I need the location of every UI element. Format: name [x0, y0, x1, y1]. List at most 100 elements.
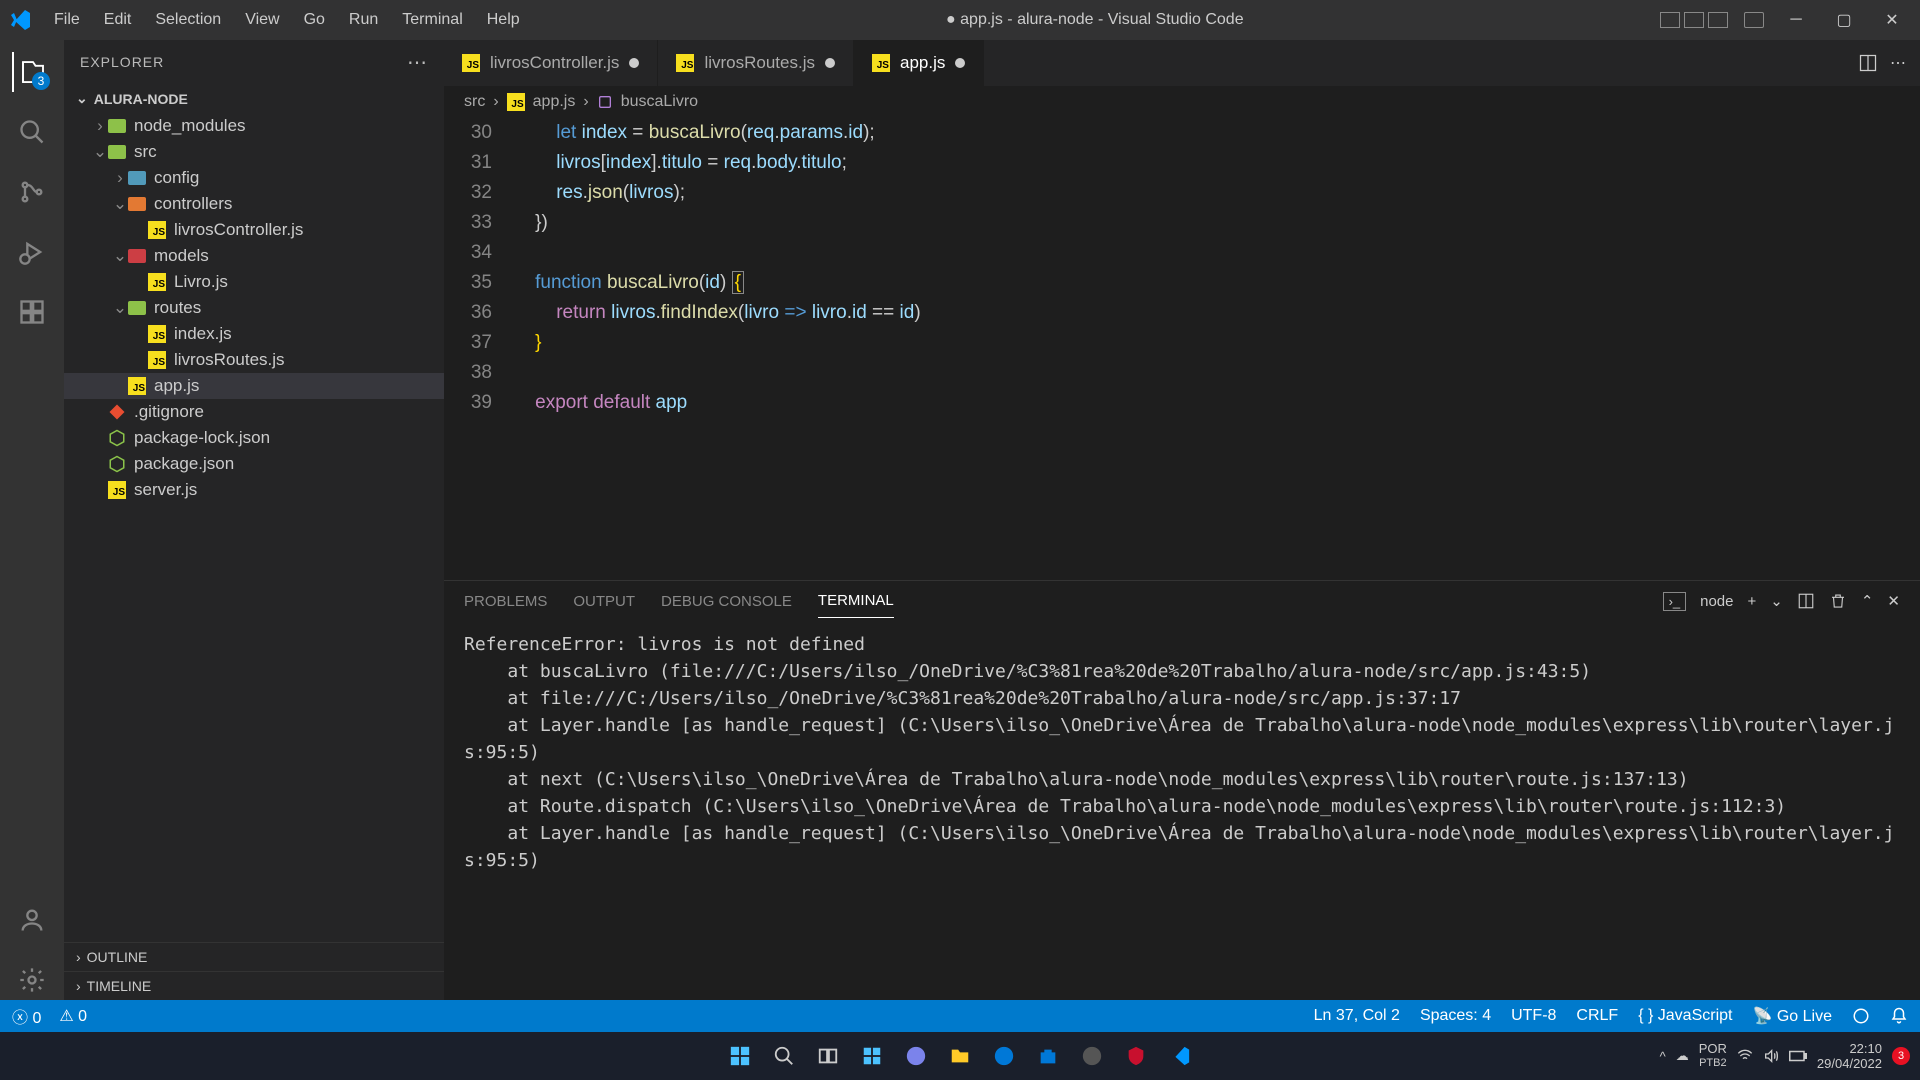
extensions-icon[interactable]: [12, 292, 52, 332]
chat-icon[interactable]: [898, 1038, 934, 1074]
breadcrumb[interactable]: src › JS app.js › buscaLivro: [444, 86, 1920, 118]
taskbar-search-icon[interactable]: [766, 1038, 802, 1074]
close-button[interactable]: ✕: [1872, 4, 1912, 36]
panel-tab-debug-console[interactable]: DEBUG CONSOLE: [661, 585, 792, 618]
menu-terminal[interactable]: Terminal: [392, 7, 472, 33]
mcafee-icon[interactable]: [1118, 1038, 1154, 1074]
maximize-panel-icon[interactable]: ⌃: [1861, 592, 1874, 610]
vscode-taskbar-icon[interactable]: [1162, 1038, 1198, 1074]
settings-icon[interactable]: [12, 960, 52, 1000]
tree-item-index-js[interactable]: JSindex.js: [64, 321, 444, 347]
notifications-icon[interactable]: [1890, 1007, 1908, 1025]
minimap[interactable]: [1820, 118, 1920, 580]
tab-app-js[interactable]: JSapp.js: [854, 40, 984, 86]
store-icon[interactable]: [1030, 1038, 1066, 1074]
maximize-button[interactable]: ▢: [1824, 4, 1864, 36]
volume-icon[interactable]: [1763, 1048, 1779, 1064]
titlebar: FileEditSelectionViewGoRunTerminalHelp ●…: [0, 0, 1920, 40]
tree-item-src[interactable]: ⌄src: [64, 139, 444, 165]
tree-item-livrosRoutes-js[interactable]: JSlivrosRoutes.js: [64, 347, 444, 373]
tab-livrosController-js[interactable]: JSlivrosController.js: [444, 40, 658, 86]
terminal-shell-icon[interactable]: ›_: [1663, 592, 1687, 611]
errors-icon[interactable]: ⓧ 0: [12, 1004, 41, 1028]
dell-icon[interactable]: [1074, 1038, 1110, 1074]
keyboard-layout[interactable]: PTB2: [1699, 1056, 1727, 1070]
go-live-button[interactable]: 📡 Go Live: [1752, 1006, 1832, 1026]
code-editor[interactable]: 30313233343536373839 let index = buscaLi…: [444, 118, 1920, 580]
menu-file[interactable]: File: [44, 7, 90, 33]
start-button[interactable]: [722, 1038, 758, 1074]
more-actions-icon[interactable]: ⋯: [1890, 53, 1906, 73]
project-title[interactable]: ⌄ ALURA-NODE: [64, 84, 444, 113]
menu-view[interactable]: View: [235, 7, 289, 33]
sidebar-more-icon[interactable]: ⋯: [407, 50, 428, 75]
minimize-button[interactable]: ─: [1776, 4, 1816, 36]
tab-livrosRoutes-js[interactable]: JSlivrosRoutes.js: [658, 40, 854, 86]
menu-run[interactable]: Run: [339, 7, 388, 33]
explorer-badge: 3: [32, 72, 50, 90]
tree-item-routes[interactable]: ⌄routes: [64, 295, 444, 321]
close-panel-icon[interactable]: ✕: [1887, 592, 1900, 610]
panel-tab-terminal[interactable]: TERMINAL: [818, 584, 894, 618]
tree-item-controllers[interactable]: ⌄controllers: [64, 191, 444, 217]
terminal-output[interactable]: ReferenceError: livros is not defined at…: [444, 621, 1920, 1000]
tree-item-server-js[interactable]: JSserver.js: [64, 477, 444, 503]
tree-item-models[interactable]: ⌄models: [64, 243, 444, 269]
terminal-dropdown-icon[interactable]: ⌄: [1770, 592, 1783, 610]
menu-help[interactable]: Help: [477, 7, 530, 33]
panel-tab-problems[interactable]: PROBLEMS: [464, 585, 547, 618]
trash-icon[interactable]: [1829, 592, 1847, 610]
chevron-right-icon: ›: [76, 978, 81, 994]
system-tray[interactable]: ^ ☁ POR PTB2 22:10 29/04/2022 3: [1660, 1041, 1910, 1071]
tree-item--gitignore[interactable]: .gitignore: [64, 399, 444, 425]
account-icon[interactable]: [12, 900, 52, 940]
eol[interactable]: CRLF: [1576, 1007, 1618, 1025]
encoding[interactable]: UTF-8: [1511, 1007, 1556, 1025]
panel-bottom-icon[interactable]: [1684, 12, 1704, 28]
new-terminal-icon[interactable]: +: [1748, 593, 1757, 610]
tray-chevron-icon[interactable]: ^: [1660, 1049, 1666, 1064]
menu-selection[interactable]: Selection: [145, 7, 231, 33]
clock[interactable]: 22:10 29/04/2022: [1817, 1041, 1882, 1071]
tree-item-package-json[interactable]: package.json: [64, 451, 444, 477]
explorer-icon[interactable]: 3: [12, 52, 52, 92]
terminal-shell-label[interactable]: node: [1700, 593, 1733, 610]
tree-item-livrosController-js[interactable]: JSlivrosController.js: [64, 217, 444, 243]
split-terminal-icon[interactable]: [1797, 592, 1815, 610]
menu-edit[interactable]: Edit: [94, 7, 142, 33]
tree-item-package-lock-json[interactable]: package-lock.json: [64, 425, 444, 451]
timeline-section[interactable]: › TIMELINE: [64, 971, 444, 1000]
feedback-icon[interactable]: [1852, 1007, 1870, 1025]
outline-section[interactable]: › OUTLINE: [64, 942, 444, 971]
layout-grid-icon[interactable]: [1744, 12, 1764, 28]
editor-tabs: JSlivrosController.jsJSlivrosRoutes.jsJS…: [444, 40, 1920, 86]
task-view-icon[interactable]: [810, 1038, 846, 1074]
split-editor-icon[interactable]: [1858, 53, 1878, 73]
panel-left-icon[interactable]: [1660, 12, 1680, 28]
file-explorer-icon[interactable]: [942, 1038, 978, 1074]
warnings-icon[interactable]: ⚠ 0: [59, 1006, 87, 1026]
panel-tab-output[interactable]: OUTPUT: [573, 585, 635, 618]
search-icon[interactable]: [12, 112, 52, 152]
sidebar: EXPLORER ⋯ ⌄ ALURA-NODE ›node_modules⌄sr…: [64, 40, 444, 1000]
wifi-icon[interactable]: [1737, 1048, 1753, 1064]
tree-item-config[interactable]: ›config: [64, 165, 444, 191]
widgets-icon[interactable]: [854, 1038, 890, 1074]
tree-item-app-js[interactable]: JSapp.js: [64, 373, 444, 399]
panel-right-icon[interactable]: [1708, 12, 1728, 28]
menu-go[interactable]: Go: [294, 7, 335, 33]
debug-icon[interactable]: [12, 232, 52, 272]
edge-icon[interactable]: [986, 1038, 1022, 1074]
source-control-icon[interactable]: [12, 172, 52, 212]
language-indicator[interactable]: POR: [1699, 1042, 1727, 1056]
tree-item-Livro-js[interactable]: JSLivro.js: [64, 269, 444, 295]
tree-item-node_modules[interactable]: ›node_modules: [64, 113, 444, 139]
cursor-position[interactable]: Ln 37, Col 2: [1314, 1007, 1400, 1025]
notification-badge[interactable]: 3: [1892, 1047, 1910, 1065]
battery-icon[interactable]: [1789, 1050, 1807, 1062]
onedrive-icon[interactable]: ☁: [1676, 1048, 1689, 1064]
indentation[interactable]: Spaces: 4: [1420, 1007, 1491, 1025]
vscode-logo-icon: [8, 8, 32, 32]
layout-controls[interactable]: [1660, 12, 1764, 28]
language-mode[interactable]: { } JavaScript: [1638, 1007, 1732, 1025]
